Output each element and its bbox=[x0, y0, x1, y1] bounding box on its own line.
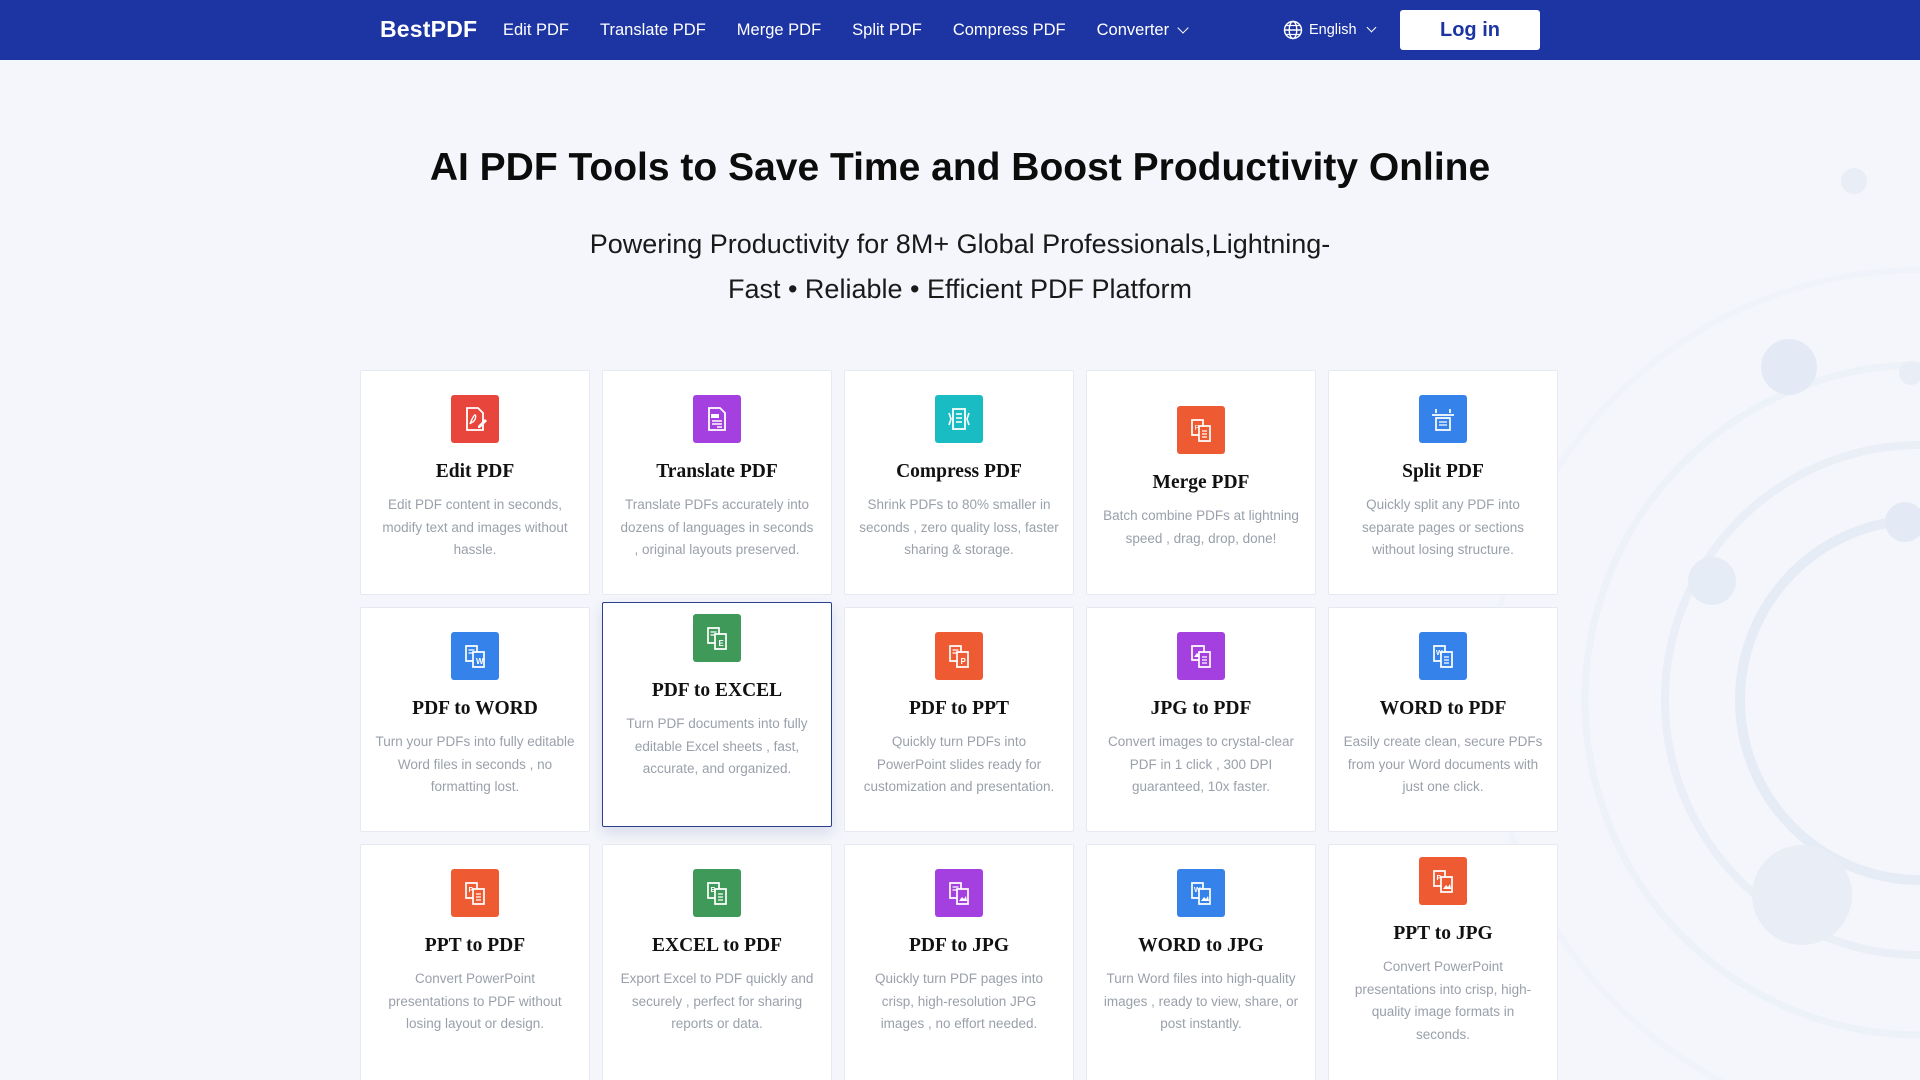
subtitle-line-2: Fast • Reliable • Efficient PDF Platform bbox=[727, 274, 1193, 304]
tool-title: JPG to PDF bbox=[1150, 698, 1252, 719]
tool-card-pdf-to-jpg[interactable]: PDF to JPG Quickly turn PDF pages into c… bbox=[844, 844, 1074, 1080]
tool-card-split-pdf[interactable]: Split PDF Quickly split any PDF into sep… bbox=[1328, 370, 1558, 595]
tool-description: Turn PDF documents into fully editable E… bbox=[626, 716, 808, 776]
tool-title: Compress PDF bbox=[896, 461, 1022, 482]
tool-description: Batch combine PDFs at lightning speed , … bbox=[1103, 508, 1299, 546]
tool-card-excel-to-pdf[interactable]: E EXCEL to PDF Export Excel to PDF quick… bbox=[602, 844, 832, 1080]
tool-description: Translate PDFs accurately into dozens of… bbox=[620, 497, 814, 557]
tool-card-pdf-to-ppt[interactable]: P PDF to PPT Quickly turn PDFs into Powe… bbox=[844, 607, 1074, 832]
tool-title: Edit PDF bbox=[435, 461, 515, 482]
tool-description: Export Excel to PDF quickly and securely… bbox=[620, 971, 814, 1031]
tool-description: Quickly turn PDFs into PowerPoint slides… bbox=[863, 734, 1055, 794]
nav-split-pdf[interactable]: Split PDF bbox=[852, 21, 922, 40]
tool-title: WORD to JPG bbox=[1138, 935, 1264, 956]
merge-pdf-icon: P bbox=[1177, 406, 1225, 454]
jpg-to-pdf-icon bbox=[1177, 632, 1225, 680]
ppt-to-pdf-icon: P bbox=[451, 869, 499, 917]
tool-title: PDF to JPG bbox=[908, 935, 1009, 956]
top-navigation-bar: BestPDF Edit PDF Translate PDF Merge PDF… bbox=[0, 0, 1920, 60]
nav-converter-dropdown[interactable]: Converter bbox=[1097, 21, 1189, 40]
page-title: AI PDF Tools to Save Time and Boost Prod… bbox=[429, 146, 1491, 189]
pdf-to-jpg-icon bbox=[935, 869, 983, 917]
tool-title: WORD to PDF bbox=[1379, 698, 1507, 719]
tool-card-word-to-jpg[interactable]: W WORD to JPG Turn Word files into high-… bbox=[1086, 844, 1316, 1080]
tool-title: PDF to WORD bbox=[412, 698, 538, 719]
tools-grid: Edit PDF Edit PDF content in seconds, mo… bbox=[360, 370, 1558, 1080]
tool-card-edit-pdf[interactable]: Edit PDF Edit PDF content in seconds, mo… bbox=[360, 370, 590, 595]
tool-title: PPT to PDF bbox=[424, 935, 526, 956]
tool-description: Turn your PDFs into fully editable Word … bbox=[375, 734, 575, 794]
globe-icon bbox=[1283, 20, 1303, 40]
excel-to-pdf-icon: E bbox=[693, 869, 741, 917]
tool-title: Split PDF bbox=[1402, 461, 1484, 482]
tool-title: Translate PDF bbox=[656, 461, 778, 482]
main-nav: Edit PDF Translate PDF Merge PDF Split P… bbox=[503, 0, 1218, 60]
tool-description: Convert PowerPoint presentations to PDF … bbox=[388, 971, 562, 1031]
pdf-to-excel-icon: E bbox=[693, 614, 741, 662]
tool-description: Easily create clean, secure PDFs from yo… bbox=[1343, 734, 1543, 794]
brand-logo[interactable]: BestPDF bbox=[380, 16, 477, 43]
tool-card-pdf-to-excel[interactable]: E PDF to EXCEL Turn PDF documents into f… bbox=[602, 602, 832, 827]
translate-pdf-icon bbox=[693, 395, 741, 443]
subtitle-line-1: Powering Productivity for 8M+ Global Pro… bbox=[589, 229, 1331, 259]
tool-card-ppt-to-jpg[interactable]: P PPT to JPG Convert PowerPoint presenta… bbox=[1328, 844, 1558, 1080]
tool-description: Edit PDF content in seconds, modify text… bbox=[382, 497, 568, 557]
word-to-pdf-icon: W bbox=[1419, 632, 1467, 680]
login-button[interactable]: Log in bbox=[1400, 10, 1540, 50]
tool-title: Merge PDF bbox=[1152, 472, 1250, 493]
compress-pdf-icon bbox=[935, 395, 983, 443]
tool-title: EXCEL to PDF bbox=[651, 935, 782, 956]
tool-description: Quickly split any PDF into separate page… bbox=[1361, 497, 1525, 557]
tool-card-ppt-to-pdf[interactable]: P PPT to PDF Convert PowerPoint presenta… bbox=[360, 844, 590, 1080]
tool-title: PDF to EXCEL bbox=[651, 680, 783, 701]
tool-description: Convert PowerPoint presentations into cr… bbox=[1354, 959, 1532, 1042]
svg-text:E: E bbox=[719, 639, 725, 648]
edit-pdf-icon bbox=[451, 395, 499, 443]
tool-description: Shrink PDFs to 80% smaller in seconds , … bbox=[859, 497, 1059, 557]
nav-translate-pdf[interactable]: Translate PDF bbox=[600, 21, 706, 40]
tool-description: Convert images to crystal-clear PDF in 1… bbox=[1107, 734, 1295, 794]
page-subtitle: Powering Productivity for 8M+ Global Pro… bbox=[560, 222, 1360, 312]
tool-description: Turn Word files into high-quality images… bbox=[1103, 971, 1299, 1031]
tool-title: PPT to JPG bbox=[1393, 923, 1493, 944]
chevron-down-icon bbox=[1177, 21, 1189, 34]
svg-text:P: P bbox=[961, 657, 967, 666]
nav-compress-pdf[interactable]: Compress PDF bbox=[953, 21, 1066, 40]
tool-description: Quickly turn PDF pages into crisp, high-… bbox=[874, 971, 1044, 1031]
tool-title: PDF to PPT bbox=[908, 698, 1009, 719]
nav-edit-pdf[interactable]: Edit PDF bbox=[503, 21, 569, 40]
language-selector[interactable]: English bbox=[1283, 0, 1377, 60]
tool-card-merge-pdf[interactable]: P Merge PDF Batch combine PDFs at lightn… bbox=[1086, 370, 1316, 595]
pdf-to-word-icon: W bbox=[451, 632, 499, 680]
tool-card-jpg-to-pdf[interactable]: JPG to PDF Convert images to crystal-cle… bbox=[1086, 607, 1316, 832]
language-label: English bbox=[1309, 22, 1357, 38]
tool-card-compress-pdf[interactable]: Compress PDF Shrink PDFs to 80% smaller … bbox=[844, 370, 1074, 595]
nav-merge-pdf[interactable]: Merge PDF bbox=[737, 21, 821, 40]
tool-card-pdf-to-word[interactable]: W PDF to WORD Turn your PDFs into fully … bbox=[360, 607, 590, 832]
split-pdf-icon bbox=[1419, 395, 1467, 443]
tool-card-word-to-pdf[interactable]: W WORD to PDF Easily create clean, secur… bbox=[1328, 607, 1558, 832]
pdf-to-ppt-icon: P bbox=[935, 632, 983, 680]
tool-card-translate-pdf[interactable]: Translate PDF Translate PDFs accurately … bbox=[602, 370, 832, 595]
word-to-jpg-icon: W bbox=[1177, 869, 1225, 917]
svg-text:W: W bbox=[476, 657, 484, 666]
ppt-to-jpg-icon: P bbox=[1419, 857, 1467, 905]
chevron-down-icon bbox=[1366, 22, 1377, 33]
